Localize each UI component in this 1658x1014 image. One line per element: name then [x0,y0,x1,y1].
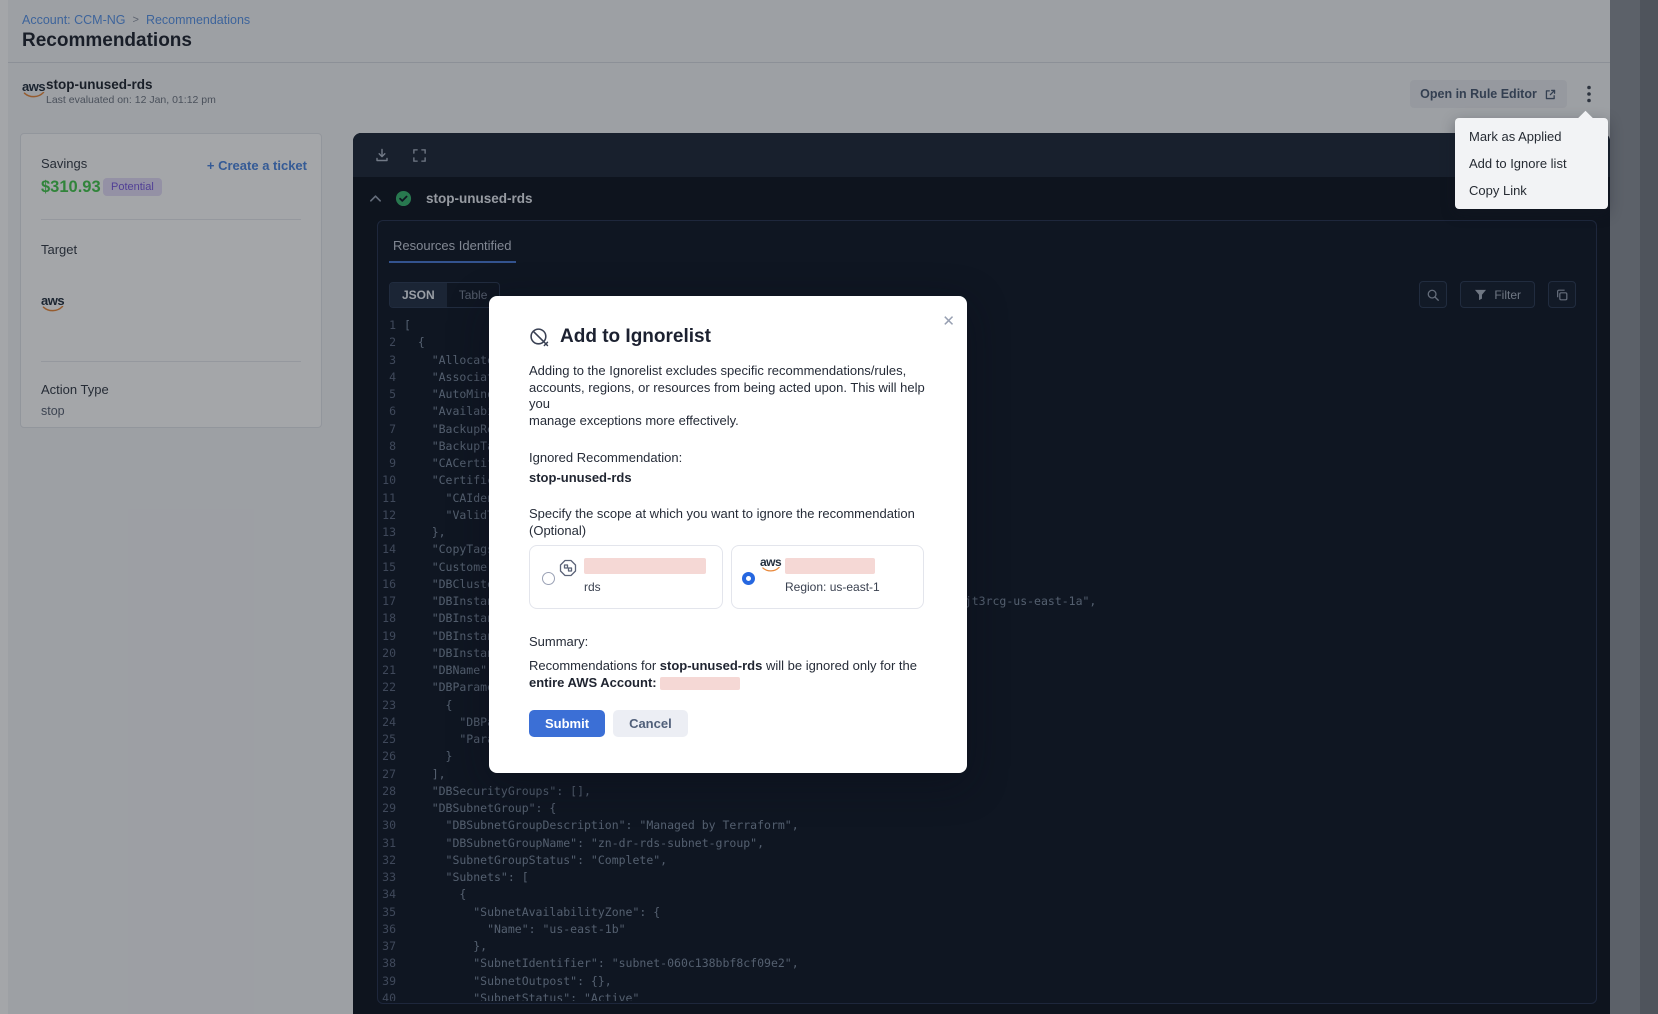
scope-option-label: rds [584,580,601,594]
scope-option-resource[interactable]: rds [529,545,723,609]
resource-octagon-icon [558,558,578,578]
scope-option-aws-account[interactable]: aws Region: us-east-1 [731,545,924,609]
modal-actions: Submit Cancel [529,710,927,737]
ignore-icon [529,327,550,348]
aws-logo: aws [760,556,781,572]
menu-item-copy-link[interactable]: Copy Link [1455,177,1608,204]
menu-item-add-to-ignore-list[interactable]: Add to Ignore list [1455,150,1608,177]
redacted-value [785,558,875,574]
radio-unselected[interactable] [542,572,555,585]
redacted-value [584,558,706,574]
submit-button[interactable]: Submit [529,710,605,737]
modal-description: Adding to the Ignorelist excludes specif… [529,363,927,429]
scope-option-label: Region: us-east-1 [785,580,880,594]
app: Account: CCM-NG > Recommendations Recomm… [0,0,1658,1014]
radio-selected[interactable] [742,572,755,585]
summary-label: Summary: [529,634,927,649]
modal-title: Add to Ignorelist [560,326,711,348]
cancel-button[interactable]: Cancel [613,710,688,737]
ignored-recommendation-value: stop-unused-rds [529,470,927,485]
redacted-value [660,677,740,690]
ignored-recommendation-label: Ignored Recommendation: [529,450,927,465]
close-icon[interactable]: ✕ [942,312,955,330]
scope-instruction: Specify the scope at which you want to i… [529,506,927,539]
scope-options: rds aws Region: us-east-1 [529,545,927,609]
kebab-context-menu: Mark as Applied Add to Ignore list Copy … [1455,118,1608,209]
menu-item-mark-as-applied[interactable]: Mark as Applied [1455,123,1608,150]
summary-text: Recommendations for stop-unused-rds will… [529,657,931,691]
add-to-ignorelist-modal: ✕ Add to Ignorelist Adding to the Ignore… [489,296,967,773]
modal-header: Add to Ignorelist [529,326,927,348]
